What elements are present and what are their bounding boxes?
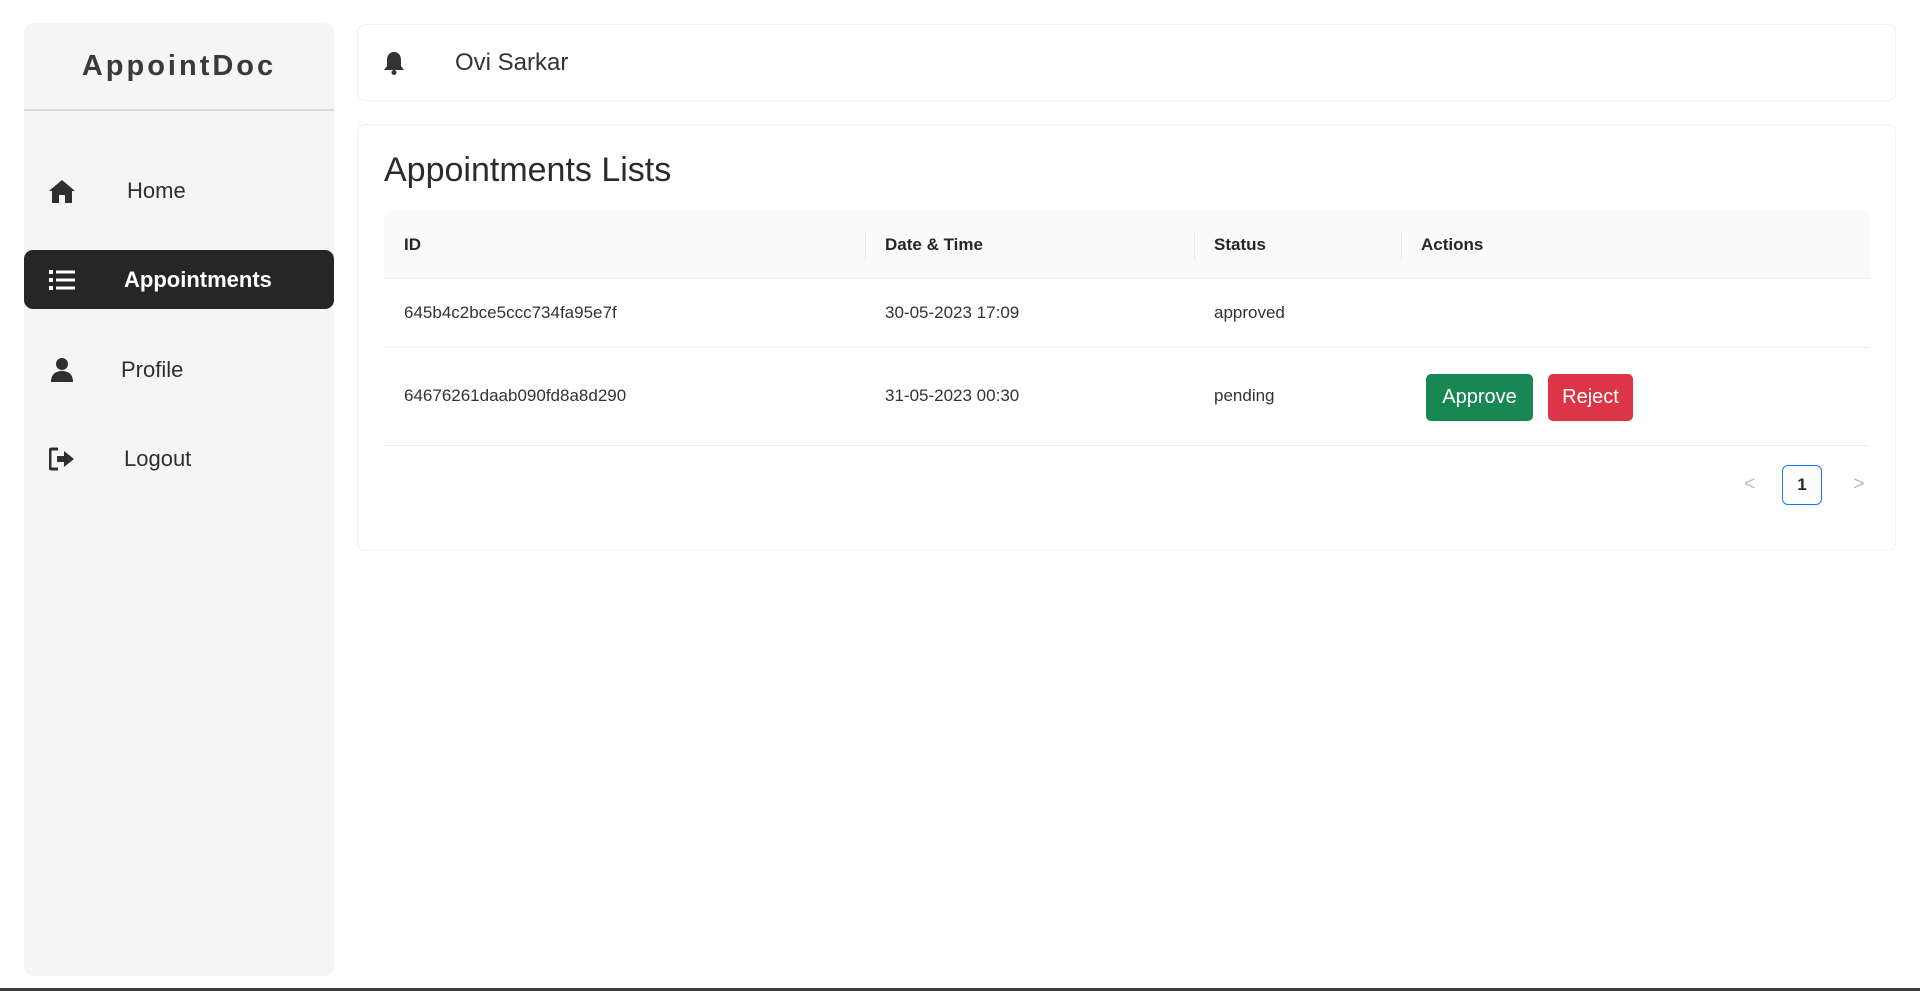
sidebar: AppointDoc Home Appointments Profile Log… [24, 23, 334, 976]
user-icon [48, 356, 76, 384]
cell-datetime: 30-05-2023 17:09 [885, 303, 1020, 322]
column-header-actions: Actions [1421, 235, 1484, 254]
sidebar-item-appointments[interactable]: Appointments [24, 250, 334, 309]
top-header: Ovi Sarkar [357, 24, 1896, 101]
user-name: Ovi Sarkar [455, 49, 569, 76]
column-divider [1401, 231, 1402, 259]
page-number-button[interactable]: 1 [1782, 465, 1822, 505]
cell-status: pending [1214, 386, 1275, 405]
sidebar-item-label: Logout [124, 445, 192, 471]
cell-status: approved [1214, 303, 1285, 322]
prev-page-button[interactable]: < [1744, 473, 1756, 496]
appointments-table: ID Date & Time Status Actions 645b4c2bce… [384, 211, 1870, 446]
appointments-card: Appointments Lists ID Date & Time Status… [357, 124, 1896, 551]
page-title: Appointments Lists [384, 151, 672, 189]
column-header-datetime: Date & Time [885, 235, 983, 254]
list-icon [48, 266, 76, 294]
column-header-id: ID [404, 235, 421, 254]
reject-button[interactable]: Reject [1548, 374, 1633, 421]
table-row: 64676261daab090fd8a8d290 31-05-2023 00:3… [384, 348, 1870, 446]
cell-id: 645b4c2bce5ccc734fa95e7f [404, 303, 617, 322]
next-page-button[interactable]: > [1853, 473, 1865, 496]
column-divider [865, 231, 866, 259]
approve-button[interactable]: Approve [1426, 374, 1533, 421]
sidebar-item-label: Appointments [124, 266, 272, 292]
sidebar-item-label: Profile [121, 356, 184, 382]
sidebar-item-home[interactable]: Home [24, 161, 334, 220]
column-header-status: Status [1214, 235, 1266, 254]
column-divider [1194, 231, 1195, 259]
brand-logo: AppointDoc [24, 23, 334, 111]
table-header: ID Date & Time Status Actions [384, 211, 1870, 279]
bell-icon[interactable] [383, 51, 407, 77]
logout-icon [48, 445, 76, 473]
sidebar-item-logout[interactable]: Logout [24, 429, 334, 488]
sidebar-item-label: Home [127, 177, 186, 203]
pagination: < 1 > [1744, 465, 1869, 505]
home-icon [48, 177, 76, 205]
sidebar-item-profile[interactable]: Profile [24, 340, 334, 399]
app-root: AppointDoc Home Appointments Profile Log… [0, 0, 1920, 991]
table-row: 645b4c2bce5ccc734fa95e7f 30-05-2023 17:0… [384, 279, 1870, 348]
cell-datetime: 31-05-2023 00:30 [885, 386, 1020, 405]
cell-id: 64676261daab090fd8a8d290 [404, 386, 627, 405]
